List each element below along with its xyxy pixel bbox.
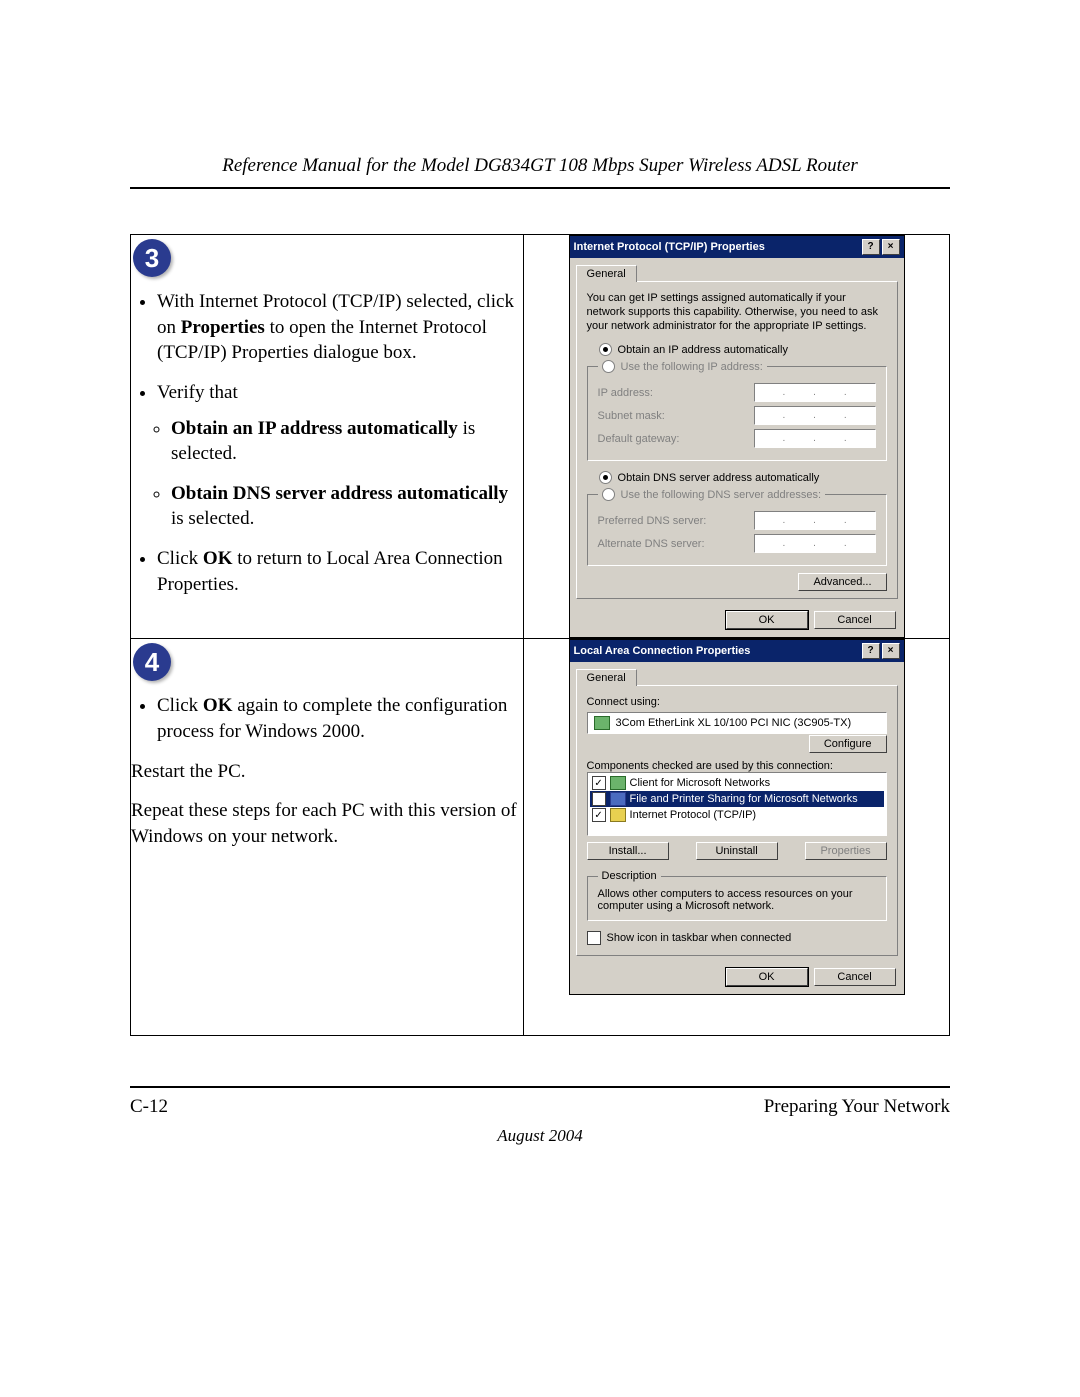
running-header: Reference Manual for the Model DG834GT 1…: [130, 155, 950, 189]
help-icon[interactable]: ?: [862, 239, 880, 255]
components-label: Components checked are used by this conn…: [587, 760, 887, 772]
ip-address-label: IP address:: [598, 387, 653, 399]
gateway-input: ...: [754, 429, 876, 448]
advanced-button[interactable]: Advanced...: [798, 573, 886, 591]
component-label: Client for Microsoft Networks: [630, 777, 771, 789]
help-icon[interactable]: ?: [862, 643, 880, 659]
section-title: Preparing Your Network: [764, 1096, 950, 1118]
dialog-titlebar: Internet Protocol (TCP/IP) Properties ? …: [570, 236, 904, 258]
pref-dns-label: Preferred DNS server:: [598, 515, 707, 527]
gateway-label: Default gateway:: [598, 433, 680, 445]
checkbox-icon[interactable]: ✓: [592, 776, 606, 790]
dialog-title: Internet Protocol (TCP/IP) Properties: [574, 241, 765, 253]
install-button[interactable]: Install...: [587, 842, 669, 860]
step3-bullet-1: With Internet Protocol (TCP/IP) selected…: [157, 289, 523, 366]
radio-obtain-ip-auto[interactable]: Obtain an IP address automatically: [599, 343, 887, 356]
step3-bullet-2: Verify that Obtain an IP address automat…: [157, 380, 523, 532]
ip-address-input: ...: [754, 383, 876, 402]
checkbox-icon[interactable]: ✓: [592, 808, 606, 822]
dialog-intro-text: You can get IP settings assigned automat…: [587, 292, 887, 333]
steps-table: 3 With Internet Protocol (TCP/IP) select…: [130, 234, 950, 1036]
ok-button[interactable]: OK: [726, 611, 808, 629]
subnet-input: ...: [754, 406, 876, 425]
lac-properties-dialog: Local Area Connection Properties ? × Gen…: [569, 639, 905, 995]
uninstall-button[interactable]: Uninstall: [696, 842, 778, 860]
show-icon-checkbox[interactable]: Show icon in taskbar when connected: [587, 931, 887, 945]
page-date: August 2004: [130, 1126, 950, 1146]
radio-use-ip[interactable]: Use the following IP address:: [602, 360, 763, 373]
page-footer: C-12 Preparing Your Network: [130, 1086, 950, 1118]
cancel-button[interactable]: Cancel: [814, 968, 896, 986]
tab-general[interactable]: General: [576, 669, 637, 686]
subnet-label: Subnet mask:: [598, 410, 665, 422]
description-fieldset: Description Allows other computers to ac…: [587, 870, 887, 921]
step4-para-2: Repeat these steps for each PC with this…: [131, 798, 523, 849]
component-label: Internet Protocol (TCP/IP): [630, 809, 757, 821]
dialog-title: Local Area Connection Properties: [574, 645, 751, 657]
step3-text-cell: 3 With Internet Protocol (TCP/IP) select…: [131, 235, 524, 639]
close-icon[interactable]: ×: [882, 239, 900, 255]
nic-icon: [594, 716, 610, 730]
alt-dns-input: ...: [754, 534, 876, 553]
page-number: C-12: [130, 1096, 168, 1118]
description-text: Allows other computers to access resourc…: [598, 888, 876, 912]
ok-button[interactable]: OK: [726, 968, 808, 986]
list-item[interactable]: ✓ Internet Protocol (TCP/IP): [590, 807, 884, 823]
component-icon: [610, 776, 626, 790]
tab-general[interactable]: General: [576, 265, 637, 282]
component-icon: [610, 792, 626, 806]
use-ip-fieldset: Use the following IP address: IP address…: [587, 360, 887, 461]
nic-display: 3Com EtherLink XL 10/100 PCI NIC (3C905-…: [587, 712, 887, 734]
step4-screenshot-cell: Local Area Connection Properties ? × Gen…: [524, 639, 950, 1036]
step-4-badge: 4: [133, 643, 171, 681]
alt-dns-label: Alternate DNS server:: [598, 538, 705, 550]
list-item[interactable]: File and Printer Sharing for Microsoft N…: [590, 791, 884, 807]
step3-screenshot-cell: Internet Protocol (TCP/IP) Properties ? …: [524, 235, 950, 639]
step-3-badge: 3: [133, 239, 171, 277]
step3-bullet-2a: Obtain an IP address automatically is se…: [171, 416, 523, 467]
connect-using-label: Connect using:: [587, 696, 887, 708]
components-list[interactable]: ✓ Client for Microsoft Networks File and P…: [587, 772, 887, 836]
component-label: File and Printer Sharing for Microsoft N…: [630, 793, 858, 805]
pref-dns-input: ...: [754, 511, 876, 530]
dialog-titlebar: Local Area Connection Properties ? ×: [570, 640, 904, 662]
checkbox-icon[interactable]: [592, 792, 606, 806]
use-dns-fieldset: Use the following DNS server addresses: …: [587, 488, 887, 566]
tcpip-properties-dialog: Internet Protocol (TCP/IP) Properties ? …: [569, 235, 905, 638]
component-icon: [610, 808, 626, 822]
step4-text-cell: 4 Click OK again to complete the configu…: [131, 639, 524, 1036]
step4-para-1: Restart the PC.: [131, 759, 523, 785]
step3-bullet-2b: Obtain DNS server address automatically …: [171, 481, 523, 532]
close-icon[interactable]: ×: [882, 643, 900, 659]
configure-button[interactable]: Configure: [809, 735, 887, 753]
step4-bullet-1: Click OK again to complete the configura…: [157, 693, 523, 744]
radio-obtain-dns-auto[interactable]: Obtain DNS server address automatically: [599, 471, 887, 484]
cancel-button[interactable]: Cancel: [814, 611, 896, 629]
properties-button[interactable]: Properties: [805, 842, 887, 860]
list-item[interactable]: ✓ Client for Microsoft Networks: [590, 775, 884, 791]
radio-use-dns[interactable]: Use the following DNS server addresses:: [602, 488, 822, 501]
step3-bullet-3: Click OK to return to Local Area Connect…: [157, 546, 523, 597]
